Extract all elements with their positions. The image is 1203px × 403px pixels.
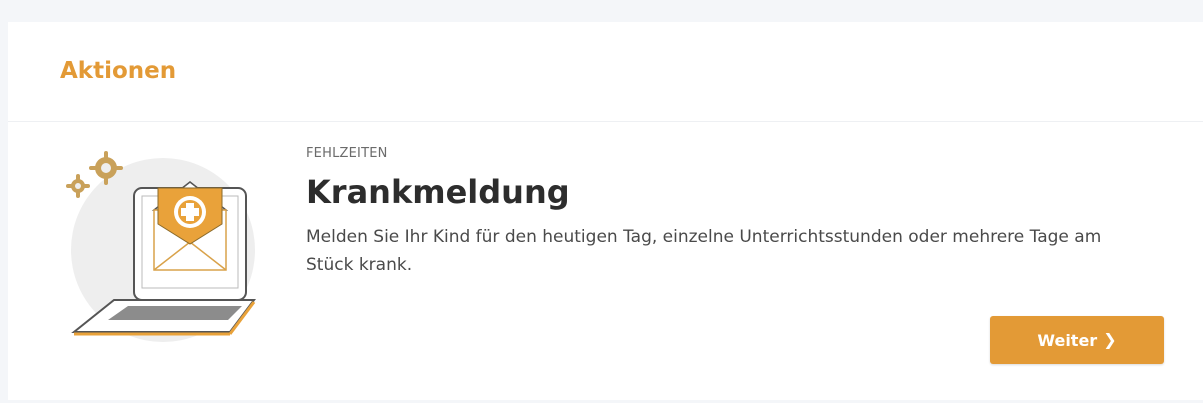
action-content: FEHLZEITEN Krankmeldung Melden Sie Ihr K… bbox=[306, 146, 1166, 279]
chevron-right-icon: ❯ bbox=[1103, 330, 1117, 349]
card-header: Aktionen bbox=[8, 22, 1203, 122]
laptop-envelope-medical-icon bbox=[58, 150, 258, 350]
action-title: Krankmeldung bbox=[306, 173, 570, 211]
action-category: FEHLZEITEN bbox=[306, 146, 388, 161]
next-button-label: Weiter bbox=[1037, 330, 1098, 350]
card-title: Aktionen bbox=[60, 58, 177, 84]
actions-card: Aktionen FEHLZEITEN Krankmeldung Melden … bbox=[8, 22, 1203, 400]
action-description: Melden Sie Ihr Kind für den heutigen Tag… bbox=[306, 227, 1102, 275]
next-button[interactable]: Weiter ❯ bbox=[990, 316, 1164, 364]
